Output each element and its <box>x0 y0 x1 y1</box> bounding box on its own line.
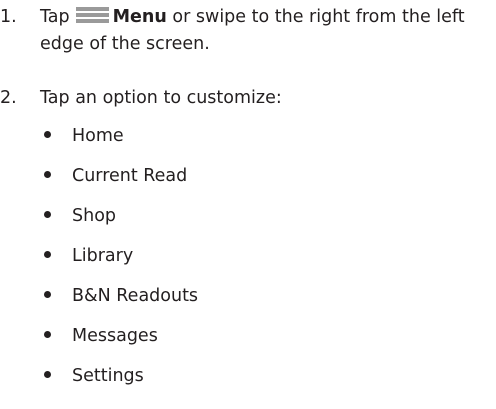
list-item: Library <box>44 244 133 268</box>
step-text: Tap an option to customize: <box>40 88 282 108</box>
step-text-continued: edge of the screen. <box>40 34 210 54</box>
bullet <box>44 251 51 258</box>
list-item: B&N Readouts <box>44 284 198 308</box>
bullet <box>44 211 51 218</box>
step-text: Tap Menu or swipe to the right from the l… <box>40 3 465 31</box>
menu-label: Menu <box>112 7 167 27</box>
step-2: 2. Tap an option to customize: <box>0 84 496 112</box>
bullet <box>44 171 51 178</box>
list-item: Settings <box>44 364 144 388</box>
bullet <box>44 131 51 138</box>
step-text-prefix: Tap <box>40 7 70 27</box>
bullet <box>44 331 51 338</box>
option-label: Current Read <box>72 166 188 186</box>
list-item: Shop <box>44 204 116 228</box>
option-label: Settings <box>72 366 144 386</box>
bullet <box>44 291 51 298</box>
step-text-suffix: or swipe to the right from the left <box>172 7 465 27</box>
list-item: Messages <box>44 324 158 348</box>
option-label: B&N Readouts <box>72 286 199 306</box>
option-label: Home <box>72 126 124 146</box>
bullet <box>44 371 51 378</box>
step-1: 1. Tap Menu or swipe to the right from th… <box>0 3 496 59</box>
step-number: 1. <box>0 7 17 27</box>
step-number: 2. <box>0 88 17 108</box>
list-item: Home <box>44 124 124 148</box>
list-item: Current Read <box>44 164 187 188</box>
option-label: Messages <box>72 326 158 346</box>
menu-icon <box>75 7 109 24</box>
option-label: Library <box>72 246 134 266</box>
option-label: Shop <box>72 206 117 226</box>
